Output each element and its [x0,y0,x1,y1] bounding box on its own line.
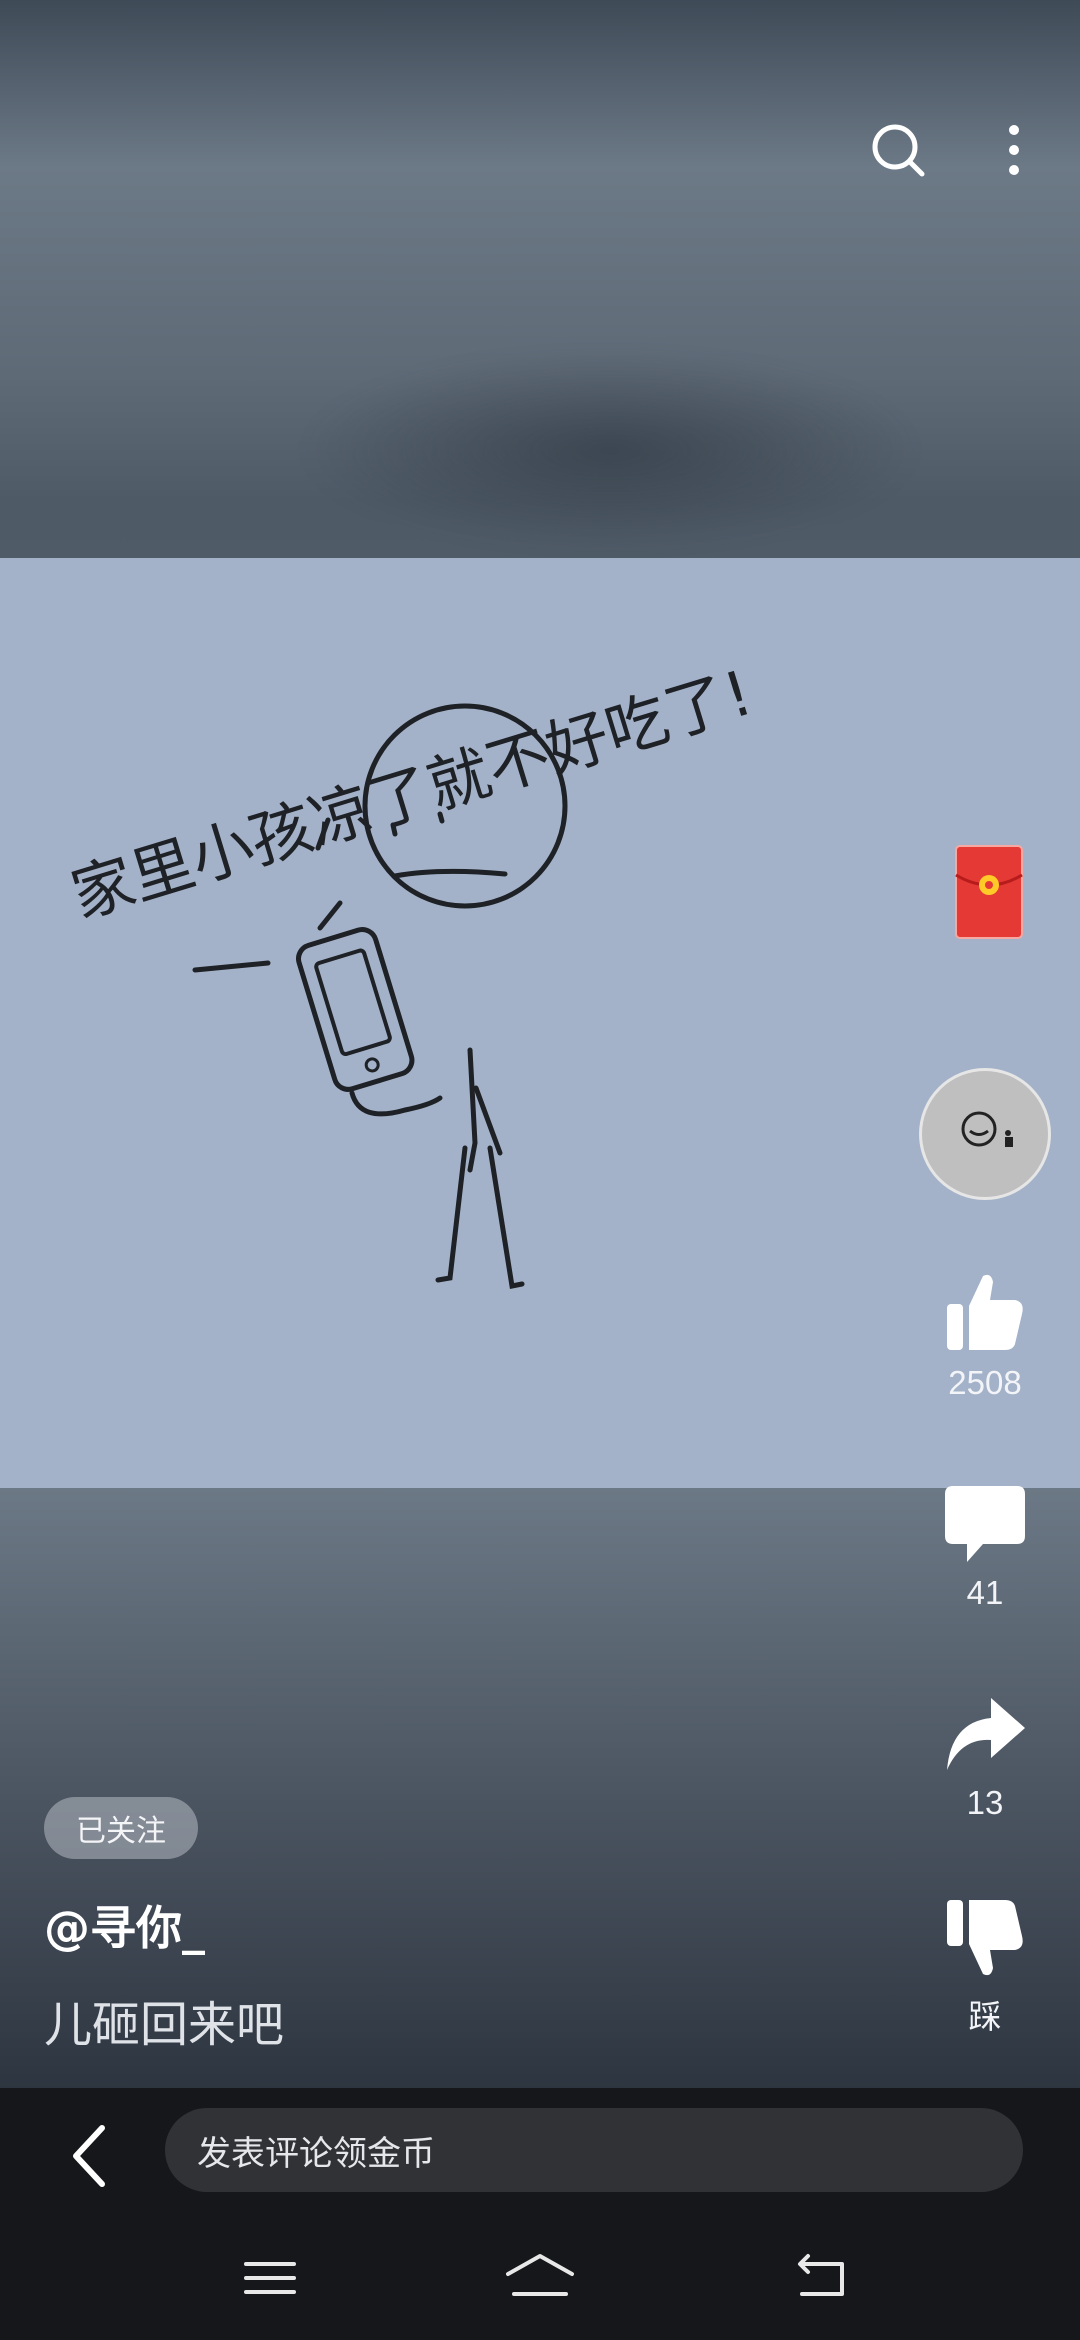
dislike-icon[interactable] [905,1896,1065,1984]
comment-bar: 发表评论领金币 [0,2088,1080,2224]
like-action[interactable]: 2508 [905,1270,1065,1402]
more-vertical-icon[interactable] [990,110,1038,190]
menu-icon[interactable] [230,2248,310,2308]
comment-action[interactable]: 41 [905,1484,1065,1612]
dislike-action[interactable]: 踩 [905,1896,1065,2038]
background-blur [300,350,920,550]
share-icon[interactable] [905,1694,1065,1778]
author-name[interactable]: @寻你_ [44,1892,205,1958]
chevron-left-icon[interactable] [60,2118,130,2194]
like-icon[interactable] [905,1270,1065,1358]
home-icon[interactable] [500,2248,580,2308]
share-action[interactable]: 13 [905,1694,1065,1822]
search-icon[interactable] [858,110,938,190]
comment-icon[interactable] [905,1484,1065,1568]
like-count: 2508 [948,1364,1022,1401]
back-icon[interactable] [782,2248,862,2308]
top-toolbar [0,110,1080,190]
creator-avatar[interactable] [919,1068,1051,1200]
comment-count: 41 [966,1574,1004,1611]
dislike-label: 踩 [968,1998,1002,2035]
red-packet-icon[interactable] [955,845,1023,939]
follow-status-badge[interactable]: 已关注 [44,1797,198,1859]
share-count: 13 [966,1784,1004,1821]
system-nav-bar [0,2224,1080,2340]
video-caption: 儿砸回来吧 [44,1997,285,2053]
comment-input[interactable]: 发表评论领金币 [165,2108,1023,2192]
